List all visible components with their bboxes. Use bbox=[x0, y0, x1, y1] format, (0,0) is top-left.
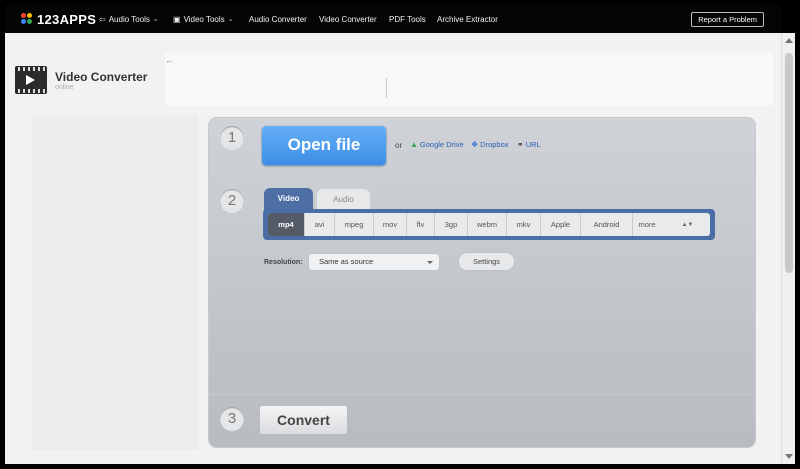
format-webm[interactable]: webm bbox=[468, 213, 507, 236]
tab-audio[interactable]: Audio bbox=[317, 189, 370, 211]
divider bbox=[386, 78, 387, 98]
nav-audio-converter[interactable]: Audio Converter bbox=[249, 5, 307, 33]
nav-archive-extractor[interactable]: Archive Extractor bbox=[437, 5, 498, 33]
resolution-label: Resolution: bbox=[264, 259, 303, 266]
left-sidebar-panel bbox=[32, 115, 198, 450]
nav-label: Audio Tools bbox=[108, 14, 150, 24]
format-mov[interactable]: mov bbox=[374, 213, 407, 236]
chevron-down-icon bbox=[427, 261, 433, 264]
chevron-down-icon: ⌄ bbox=[152, 16, 159, 23]
nav-video-converter[interactable]: Video Converter bbox=[319, 5, 377, 33]
audio-wave-icon: ⇦ bbox=[99, 14, 106, 24]
page-content: Video Converter online ← 1 Open file or … bbox=[5, 33, 781, 464]
converter-panel: 1 Open file or ▲ Google Drive ❖ Dropbox … bbox=[208, 117, 756, 448]
app-title: Video Converter bbox=[55, 69, 148, 84]
tab-video[interactable]: Video bbox=[264, 188, 313, 210]
google-drive-link[interactable]: ▲ Google Drive bbox=[410, 140, 464, 149]
settings-button[interactable]: Settings bbox=[458, 252, 515, 271]
nav-video-tools[interactable]: ▣ Video Tools ⌄ bbox=[173, 5, 234, 33]
nav-audio-tools[interactable]: ⇦ Audio Tools ⌄ bbox=[99, 5, 159, 33]
video-converter-icon bbox=[15, 66, 47, 94]
scroll-up-icon[interactable] bbox=[785, 38, 793, 43]
app-header: Video Converter online bbox=[15, 66, 147, 94]
link-label: Dropbox bbox=[480, 140, 509, 149]
step-3-number: 3 bbox=[220, 407, 244, 431]
nav-label: Archive Extractor bbox=[437, 14, 498, 24]
link-label: URL bbox=[525, 140, 541, 149]
logo-icon bbox=[21, 13, 33, 25]
nav-label: Video Tools bbox=[183, 14, 225, 24]
vertical-scrollbar[interactable] bbox=[781, 33, 795, 464]
ad-banner bbox=[165, 53, 773, 106]
nav-pdf-tools[interactable]: PDF Tools bbox=[389, 5, 426, 33]
open-file-button[interactable]: Open file bbox=[262, 126, 386, 165]
more-label: more bbox=[638, 220, 656, 229]
resolution-value: Same as source bbox=[319, 257, 374, 266]
dropbox-icon: ❖ bbox=[471, 140, 479, 149]
site-logo[interactable]: 123APPS bbox=[21, 12, 96, 27]
format-mkv[interactable]: mkv bbox=[507, 213, 541, 236]
format-mp4[interactable]: mp4 bbox=[268, 213, 305, 236]
logo-text: 123APPS bbox=[37, 11, 97, 27]
nav-label: Audio Converter bbox=[249, 14, 307, 24]
step-1-number: 1 bbox=[220, 126, 244, 150]
nav-label: PDF Tools bbox=[389, 14, 426, 24]
chevron-down-icon: ⌄ bbox=[227, 16, 234, 23]
convert-button[interactable]: Convert bbox=[259, 405, 348, 435]
back-arrow-icon[interactable]: ← bbox=[165, 55, 174, 65]
format-more-dropdown[interactable]: more ▲▼ bbox=[633, 213, 699, 236]
up-down-arrows-icon: ▲▼ bbox=[681, 221, 694, 228]
format-apple[interactable]: Apple bbox=[541, 213, 581, 236]
format-avi[interactable]: avi bbox=[305, 213, 335, 236]
or-label: or bbox=[395, 141, 403, 150]
top-navigation: 123APPS ⇦ Audio Tools ⌄ ▣ Video Tools ⌄ … bbox=[5, 5, 781, 33]
google-drive-icon: ▲ bbox=[410, 140, 418, 149]
format-3gp[interactable]: 3gp bbox=[435, 213, 468, 236]
url-link[interactable]: ⚭ URL bbox=[517, 140, 541, 149]
divider bbox=[209, 394, 755, 395]
format-android[interactable]: Android bbox=[581, 213, 633, 236]
link-icon: ⚭ bbox=[517, 140, 524, 149]
video-play-icon: ▣ bbox=[173, 14, 181, 24]
report-problem-button[interactable]: Report a Problem bbox=[691, 12, 764, 27]
resolution-select[interactable]: Same as source bbox=[308, 253, 440, 271]
scroll-thumb[interactable] bbox=[785, 53, 793, 273]
step-2-number: 2 bbox=[220, 189, 244, 213]
app-subtitle: online bbox=[55, 83, 74, 91]
dropbox-link[interactable]: ❖ Dropbox bbox=[471, 140, 509, 149]
format-mpeg[interactable]: mpeg bbox=[335, 213, 374, 236]
nav-label: Video Converter bbox=[319, 14, 377, 24]
format-flv[interactable]: flv bbox=[407, 213, 435, 236]
format-selector: mp4 avi mpeg mov flv 3gp webm mkv Apple … bbox=[263, 209, 715, 240]
scroll-down-icon[interactable] bbox=[785, 454, 793, 459]
link-label: Google Drive bbox=[419, 140, 464, 149]
